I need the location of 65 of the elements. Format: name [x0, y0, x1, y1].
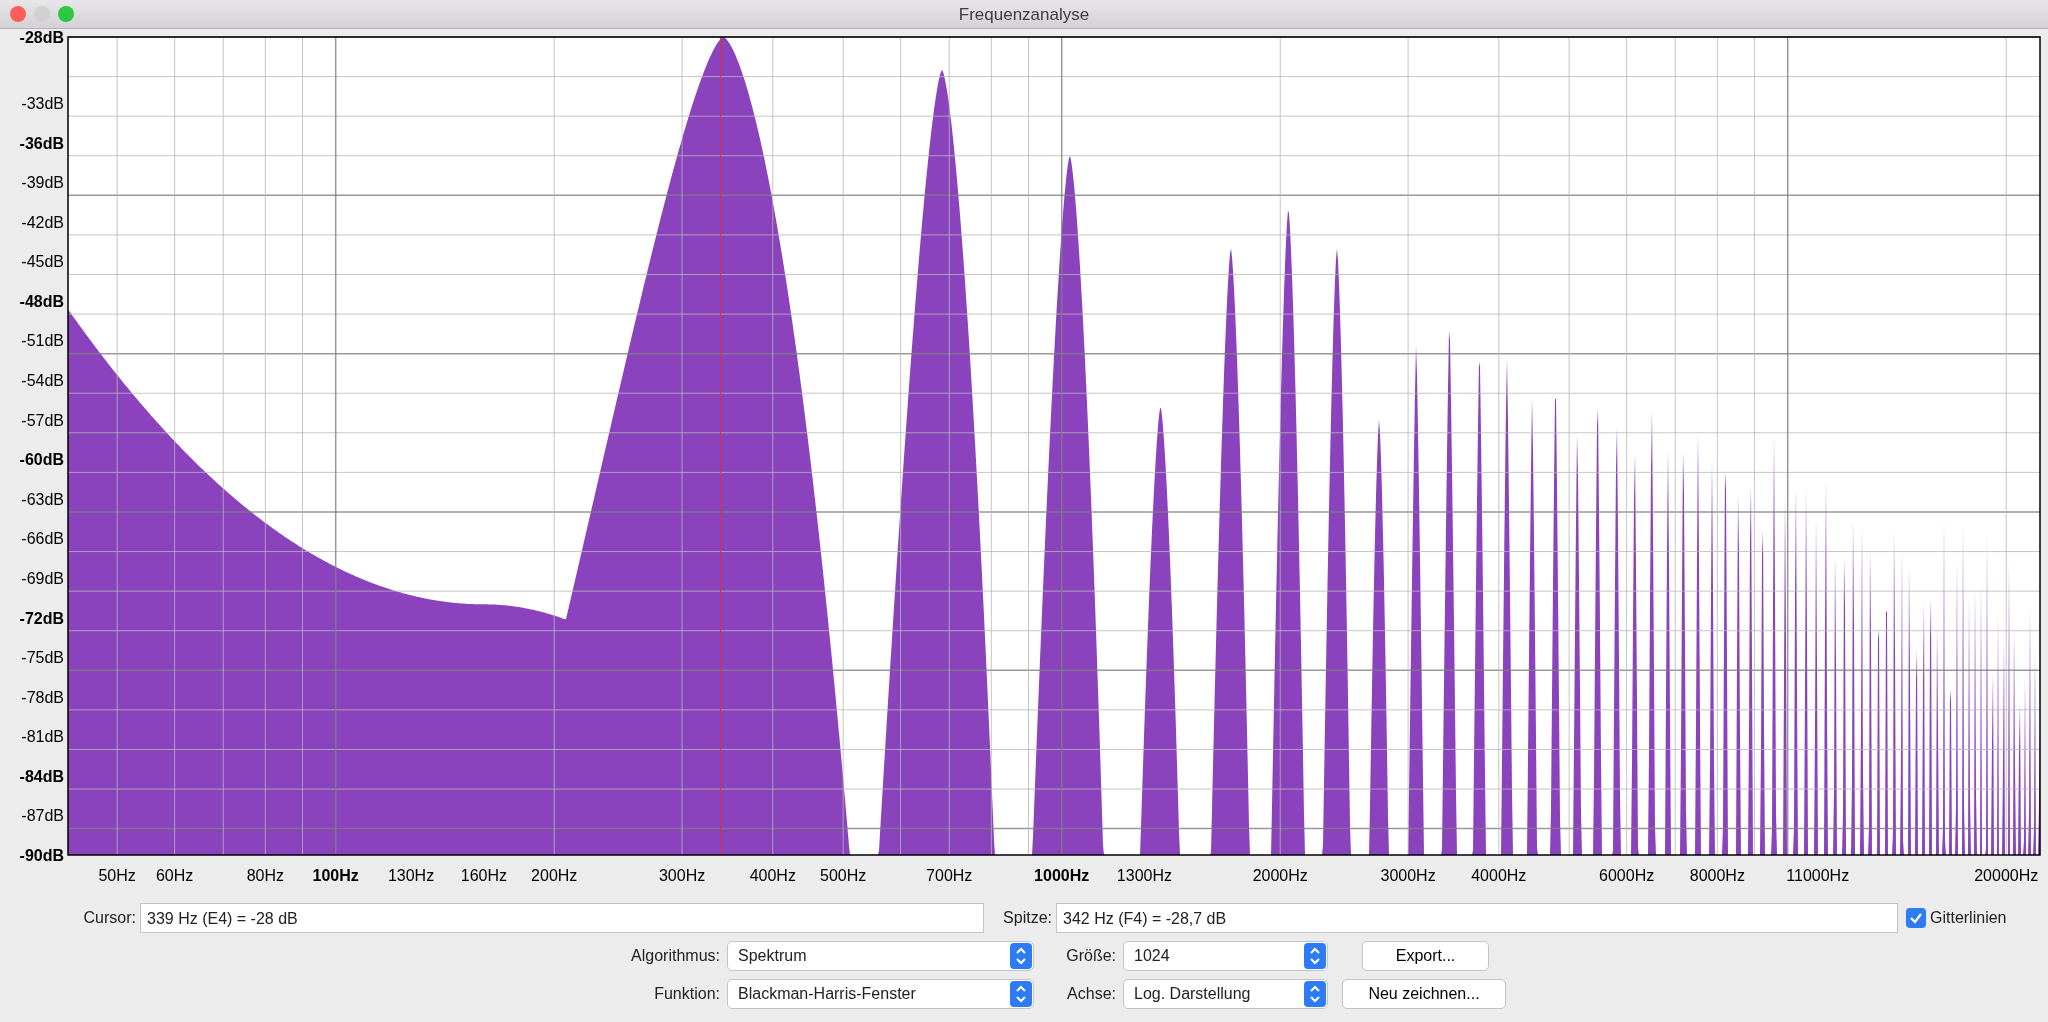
- dropdown[interactable]: Spektrum: [727, 941, 1034, 971]
- updown-arrows-icon: [1010, 981, 1032, 1007]
- axis-label: 50Hz: [98, 867, 136, 884]
- peak-field[interactable]: 342 Hz (F4) = -28,7 dB: [1056, 903, 1898, 933]
- axis-label: -69dB: [21, 569, 64, 587]
- axis-label: -51dB: [21, 332, 64, 350]
- setting-label: Algorithmus:: [630, 946, 721, 966]
- checkbox[interactable]: [1906, 908, 1926, 928]
- axis-label: 2000Hz: [1252, 867, 1308, 884]
- dropdown[interactable]: Blackman-Harris-Fenster: [727, 979, 1034, 1009]
- zoom-icon[interactable]: [58, 6, 74, 22]
- axis-label: -60dB: [19, 451, 64, 469]
- checkmark-icon: [1909, 911, 1923, 925]
- updown-arrows-icon: [1304, 981, 1326, 1007]
- axis-label: -28dB: [19, 29, 64, 46]
- axis-label: -90dB: [19, 847, 64, 864]
- axis-label: 4000Hz: [1471, 867, 1527, 884]
- axis-label: -63dB: [21, 490, 64, 508]
- axis-label: -57dB: [21, 411, 64, 429]
- axis-label: 1000Hz: [1034, 867, 1090, 884]
- dropdown[interactable]: Log. Darstellung: [1123, 979, 1328, 1009]
- axis-label: -45dB: [21, 253, 64, 271]
- updown-arrows-icon: [1010, 943, 1032, 969]
- axis-label: -87dB: [21, 807, 64, 825]
- axis-label: -36dB: [19, 134, 64, 152]
- axis-label: 500Hz: [820, 867, 867, 884]
- axis-label: 300Hz: [658, 867, 706, 884]
- gridlines-label: Gitterlinien: [1930, 908, 2007, 928]
- action-button[interactable]: Neu zeichnen...: [1342, 979, 1506, 1009]
- axis-label: -75dB: [21, 649, 64, 667]
- axis-label: -33dB: [21, 94, 64, 112]
- axis-label: -39dB: [21, 174, 64, 192]
- axis-label: 130Hz: [387, 867, 435, 884]
- axis-label: 3000Hz: [1380, 867, 1436, 884]
- axis-label: -72dB: [19, 609, 64, 627]
- axis-label: 100Hz: [312, 867, 359, 884]
- axis-label: 80Hz: [246, 867, 284, 884]
- window-title: Frequenzanalyse: [958, 4, 1090, 26]
- setting-label: Funktion:: [653, 984, 721, 1004]
- setting-label: Achse:: [1066, 984, 1117, 1004]
- axis-label: 700Hz: [926, 867, 973, 884]
- axis-label: -84dB: [19, 767, 64, 785]
- cursor-field[interactable]: 339 Hz (E4) = -28 dB: [140, 903, 984, 933]
- axis-label: -66dB: [21, 530, 64, 548]
- axis-label: 20000Hz: [1974, 867, 2039, 884]
- axis-label: 6000Hz: [1599, 867, 1655, 884]
- setting-label: Größe:: [1065, 946, 1117, 966]
- axis-label: -42dB: [21, 213, 64, 231]
- axis-label: 160Hz: [460, 867, 507, 884]
- axis-label: 400Hz: [749, 867, 796, 884]
- axis-label: 60Hz: [155, 867, 194, 884]
- dropdown[interactable]: 1024: [1123, 941, 1328, 971]
- peak-label: Spitze:: [1002, 908, 1053, 928]
- axis-label: -78dB: [21, 688, 64, 706]
- updown-arrows-icon: [1304, 943, 1326, 969]
- axis-label: -48dB: [19, 292, 64, 310]
- cursor-label: Cursor:: [82, 908, 137, 928]
- axis-label: 11000Hz: [1786, 867, 1850, 884]
- axis-label: -81dB: [21, 728, 64, 746]
- axis-label: 1300Hz: [1116, 867, 1172, 884]
- action-button[interactable]: Export...: [1362, 941, 1489, 971]
- close-icon[interactable]: [10, 6, 26, 22]
- axis-label: 200Hz: [531, 867, 578, 884]
- axis-label: 8000Hz: [1689, 867, 1745, 884]
- axis-label: -54dB: [21, 372, 64, 390]
